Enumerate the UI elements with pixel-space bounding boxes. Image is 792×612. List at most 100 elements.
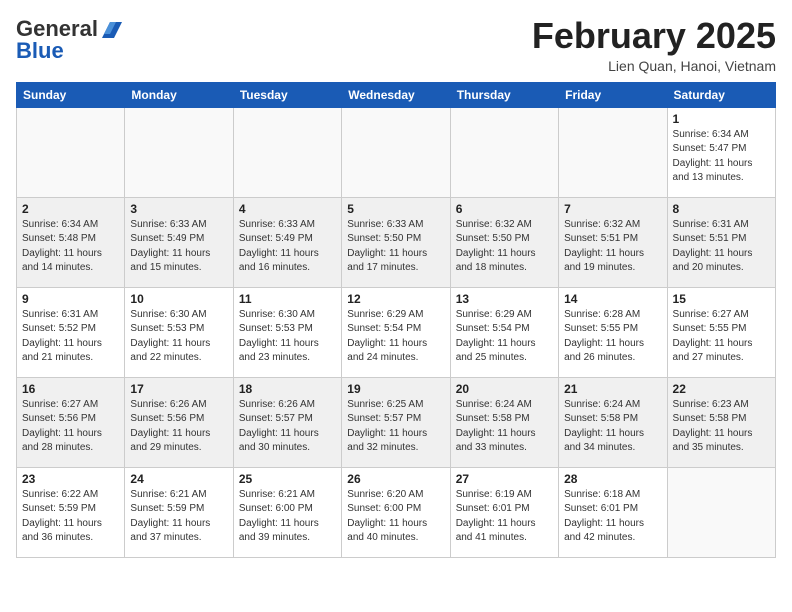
day-info: Sunrise: 6:34 AM Sunset: 5:47 PM Dayligh… (673, 128, 770, 186)
day-number: 8 (673, 202, 770, 216)
calendar-cell: 20 Sunrise: 6:24 AM Sunset: 5:58 PM Dayli… (450, 377, 558, 467)
calendar-cell (667, 467, 775, 557)
calendar-cell: 19Sunrise: 6:25 AM Sunset: 5:57 PM Dayli… (342, 377, 450, 467)
day-number: 9 (22, 292, 119, 306)
col-header-thursday: Thursday (450, 82, 558, 107)
calendar-table: SundayMondayTuesdayWednesdayThursdayFrid… (16, 82, 776, 558)
day-info: Sunrise: 6:23 AM Sunset: 5:58 PM Dayligh… (673, 398, 770, 456)
day-info: Sunrise: 6:30 AM Sunset: 5:53 PM Dayligh… (239, 308, 336, 366)
page-header: General Blue February 2025 Lien Quan, Ha… (16, 16, 776, 74)
logo-icon (100, 20, 122, 38)
day-info: Sunrise: 6:31 AM Sunset: 5:51 PM Dayligh… (673, 218, 770, 276)
day-number: 22 (673, 382, 770, 396)
calendar-cell: 21 Sunrise: 6:24 AM Sunset: 5:58 PM Dayli… (559, 377, 667, 467)
day-number: 21 (564, 382, 661, 396)
title-block: February 2025 Lien Quan, Hanoi, Vietnam (532, 16, 776, 74)
day-number: 7 (564, 202, 661, 216)
calendar-header-row: SundayMondayTuesdayWednesdayThursdayFrid… (17, 82, 776, 107)
calendar-cell: 4Sunrise: 6:33 AM Sunset: 5:49 PM Daylig… (233, 197, 341, 287)
day-number: 6 (456, 202, 553, 216)
day-info: Sunrise: 6:21 AM Sunset: 6:00 PM Dayligh… (239, 488, 336, 546)
calendar-week-row: 2 Sunrise: 6:34 AM Sunset: 5:48 PM Daylig… (17, 197, 776, 287)
day-info: Sunrise: 6:32 AM Sunset: 5:50 PM Dayligh… (456, 218, 553, 276)
calendar-cell: 1Sunrise: 6:34 AM Sunset: 5:47 PM Daylig… (667, 107, 775, 197)
calendar-cell: 9Sunrise: 6:31 AM Sunset: 5:52 PM Daylig… (17, 287, 125, 377)
calendar-cell: 13Sunrise: 6:29 AM Sunset: 5:54 PM Dayli… (450, 287, 558, 377)
day-number: 26 (347, 472, 444, 486)
calendar-cell: 2 Sunrise: 6:34 AM Sunset: 5:48 PM Daylig… (17, 197, 125, 287)
day-number: 13 (456, 292, 553, 306)
calendar-cell: 12 Sunrise: 6:29 AM Sunset: 5:54 PM Dayli… (342, 287, 450, 377)
calendar-week-row: 9Sunrise: 6:31 AM Sunset: 5:52 PM Daylig… (17, 287, 776, 377)
calendar-cell: 14Sunrise: 6:28 AM Sunset: 5:55 PM Dayli… (559, 287, 667, 377)
calendar-cell (342, 107, 450, 197)
calendar-cell: 11 Sunrise: 6:30 AM Sunset: 5:53 PM Dayli… (233, 287, 341, 377)
day-number: 28 (564, 472, 661, 486)
day-number: 27 (456, 472, 553, 486)
day-info: Sunrise: 6:33 AM Sunset: 5:49 PM Dayligh… (130, 218, 227, 276)
calendar-subtitle: Lien Quan, Hanoi, Vietnam (532, 58, 776, 74)
calendar-cell (450, 107, 558, 197)
calendar-cell: 3 Sunrise: 6:33 AM Sunset: 5:49 PM Daylig… (125, 197, 233, 287)
calendar-cell: 27 Sunrise: 6:19 AM Sunset: 6:01 PM Dayli… (450, 467, 558, 557)
calendar-title: February 2025 (532, 16, 776, 56)
day-info: Sunrise: 6:32 AM Sunset: 5:51 PM Dayligh… (564, 218, 661, 276)
calendar-cell: 25 Sunrise: 6:21 AM Sunset: 6:00 PM Dayli… (233, 467, 341, 557)
day-number: 10 (130, 292, 227, 306)
calendar-cell: 22 Sunrise: 6:23 AM Sunset: 5:58 PM Dayli… (667, 377, 775, 467)
calendar-week-row: 1Sunrise: 6:34 AM Sunset: 5:47 PM Daylig… (17, 107, 776, 197)
col-header-sunday: Sunday (17, 82, 125, 107)
day-info: Sunrise: 6:28 AM Sunset: 5:55 PM Dayligh… (564, 308, 661, 366)
day-number: 24 (130, 472, 227, 486)
calendar-week-row: 23 Sunrise: 6:22 AM Sunset: 5:59 PM Dayli… (17, 467, 776, 557)
calendar-cell: 6 Sunrise: 6:32 AM Sunset: 5:50 PM Daylig… (450, 197, 558, 287)
day-number: 25 (239, 472, 336, 486)
calendar-week-row: 16Sunrise: 6:27 AM Sunset: 5:56 PM Dayli… (17, 377, 776, 467)
day-number: 18 (239, 382, 336, 396)
day-number: 11 (239, 292, 336, 306)
calendar-cell: 7 Sunrise: 6:32 AM Sunset: 5:51 PM Daylig… (559, 197, 667, 287)
col-header-friday: Friday (559, 82, 667, 107)
col-header-monday: Monday (125, 82, 233, 107)
day-info: Sunrise: 6:26 AM Sunset: 5:57 PM Dayligh… (239, 398, 336, 456)
day-info: Sunrise: 6:30 AM Sunset: 5:53 PM Dayligh… (130, 308, 227, 366)
day-info: Sunrise: 6:29 AM Sunset: 5:54 PM Dayligh… (347, 308, 444, 366)
calendar-cell: 23 Sunrise: 6:22 AM Sunset: 5:59 PM Dayli… (17, 467, 125, 557)
day-number: 3 (130, 202, 227, 216)
day-number: 5 (347, 202, 444, 216)
day-info: Sunrise: 6:21 AM Sunset: 5:59 PM Dayligh… (130, 488, 227, 546)
calendar-cell: 5 Sunrise: 6:33 AM Sunset: 5:50 PM Daylig… (342, 197, 450, 287)
calendar-cell: 17 Sunrise: 6:26 AM Sunset: 5:56 PM Dayli… (125, 377, 233, 467)
calendar-cell: 24 Sunrise: 6:21 AM Sunset: 5:59 PM Dayli… (125, 467, 233, 557)
day-info: Sunrise: 6:24 AM Sunset: 5:58 PM Dayligh… (456, 398, 553, 456)
day-info: Sunrise: 6:18 AM Sunset: 6:01 PM Dayligh… (564, 488, 661, 546)
day-info: Sunrise: 6:33 AM Sunset: 5:49 PM Dayligh… (239, 218, 336, 276)
calendar-cell: 8 Sunrise: 6:31 AM Sunset: 5:51 PM Daylig… (667, 197, 775, 287)
day-number: 20 (456, 382, 553, 396)
day-info: Sunrise: 6:34 AM Sunset: 5:48 PM Dayligh… (22, 218, 119, 276)
day-info: Sunrise: 6:33 AM Sunset: 5:50 PM Dayligh… (347, 218, 444, 276)
logo: General Blue (16, 16, 122, 64)
calendar-cell: 16Sunrise: 6:27 AM Sunset: 5:56 PM Dayli… (17, 377, 125, 467)
calendar-cell: 26Sunrise: 6:20 AM Sunset: 6:00 PM Dayli… (342, 467, 450, 557)
logo-blue: Blue (16, 38, 64, 64)
day-info: Sunrise: 6:25 AM Sunset: 5:57 PM Dayligh… (347, 398, 444, 456)
day-number: 12 (347, 292, 444, 306)
day-number: 23 (22, 472, 119, 486)
day-number: 15 (673, 292, 770, 306)
calendar-cell (233, 107, 341, 197)
calendar-cell: 28 Sunrise: 6:18 AM Sunset: 6:01 PM Dayli… (559, 467, 667, 557)
day-number: 16 (22, 382, 119, 396)
col-header-tuesday: Tuesday (233, 82, 341, 107)
calendar-cell (125, 107, 233, 197)
calendar-cell: 10 Sunrise: 6:30 AM Sunset: 5:53 PM Dayli… (125, 287, 233, 377)
calendar-cell (559, 107, 667, 197)
day-info: Sunrise: 6:26 AM Sunset: 5:56 PM Dayligh… (130, 398, 227, 456)
day-info: Sunrise: 6:22 AM Sunset: 5:59 PM Dayligh… (22, 488, 119, 546)
day-info: Sunrise: 6:19 AM Sunset: 6:01 PM Dayligh… (456, 488, 553, 546)
calendar-cell: 15Sunrise: 6:27 AM Sunset: 5:55 PM Dayli… (667, 287, 775, 377)
calendar-cell (17, 107, 125, 197)
day-number: 2 (22, 202, 119, 216)
day-number: 17 (130, 382, 227, 396)
day-info: Sunrise: 6:24 AM Sunset: 5:58 PM Dayligh… (564, 398, 661, 456)
